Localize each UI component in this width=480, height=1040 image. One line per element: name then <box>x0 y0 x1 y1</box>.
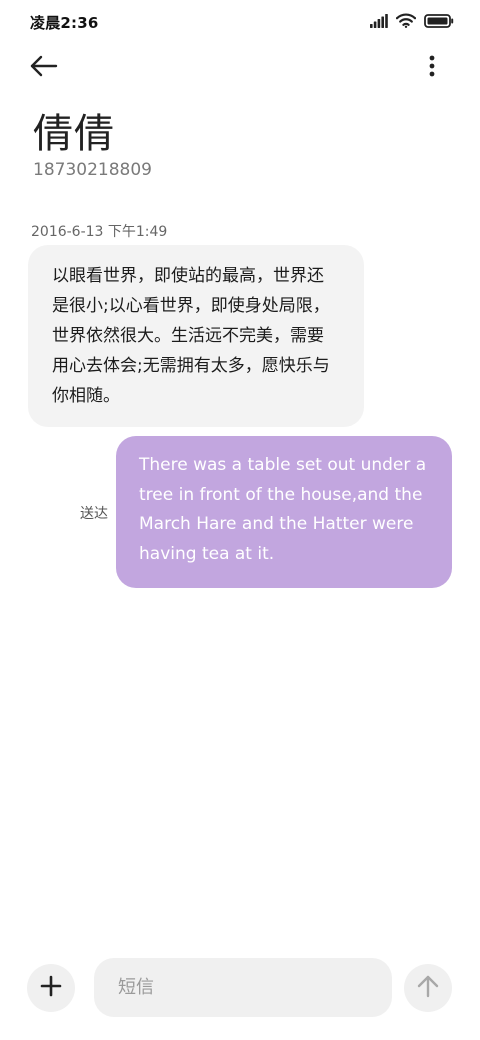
more-vertical-icon <box>429 55 435 81</box>
more-options-button[interactable] <box>420 50 444 86</box>
outgoing-message-bubble[interactable]: There was a table set out under a tree i… <box>116 436 452 588</box>
status-time: 凌晨2:36 <box>30 14 99 32</box>
arrow-left-icon <box>30 55 58 81</box>
add-attachment-button[interactable] <box>27 964 75 1012</box>
send-button[interactable] <box>404 964 452 1012</box>
message-input[interactable] <box>94 958 392 1017</box>
incoming-message-bubble[interactable]: 以眼看世界，即使站的最高，世界还是很小;以心看世界，即使身处局限，世界依然很大。… <box>28 245 364 427</box>
status-icons <box>370 12 454 32</box>
status-bar: 凌晨2:36 <box>0 0 480 44</box>
battery-icon <box>424 13 454 32</box>
wifi-icon <box>395 13 417 32</box>
signal-icon <box>370 13 388 32</box>
plus-icon <box>40 975 62 1001</box>
contact-number[interactable]: 18730218809 <box>33 158 152 182</box>
delivery-status: 送达 <box>80 506 108 522</box>
contact-name: 倩倩 <box>33 111 115 157</box>
arrow-up-icon <box>417 974 439 1002</box>
back-button[interactable] <box>30 50 74 86</box>
message-timestamp: 2016-6-13 下午1:49 <box>31 224 168 240</box>
